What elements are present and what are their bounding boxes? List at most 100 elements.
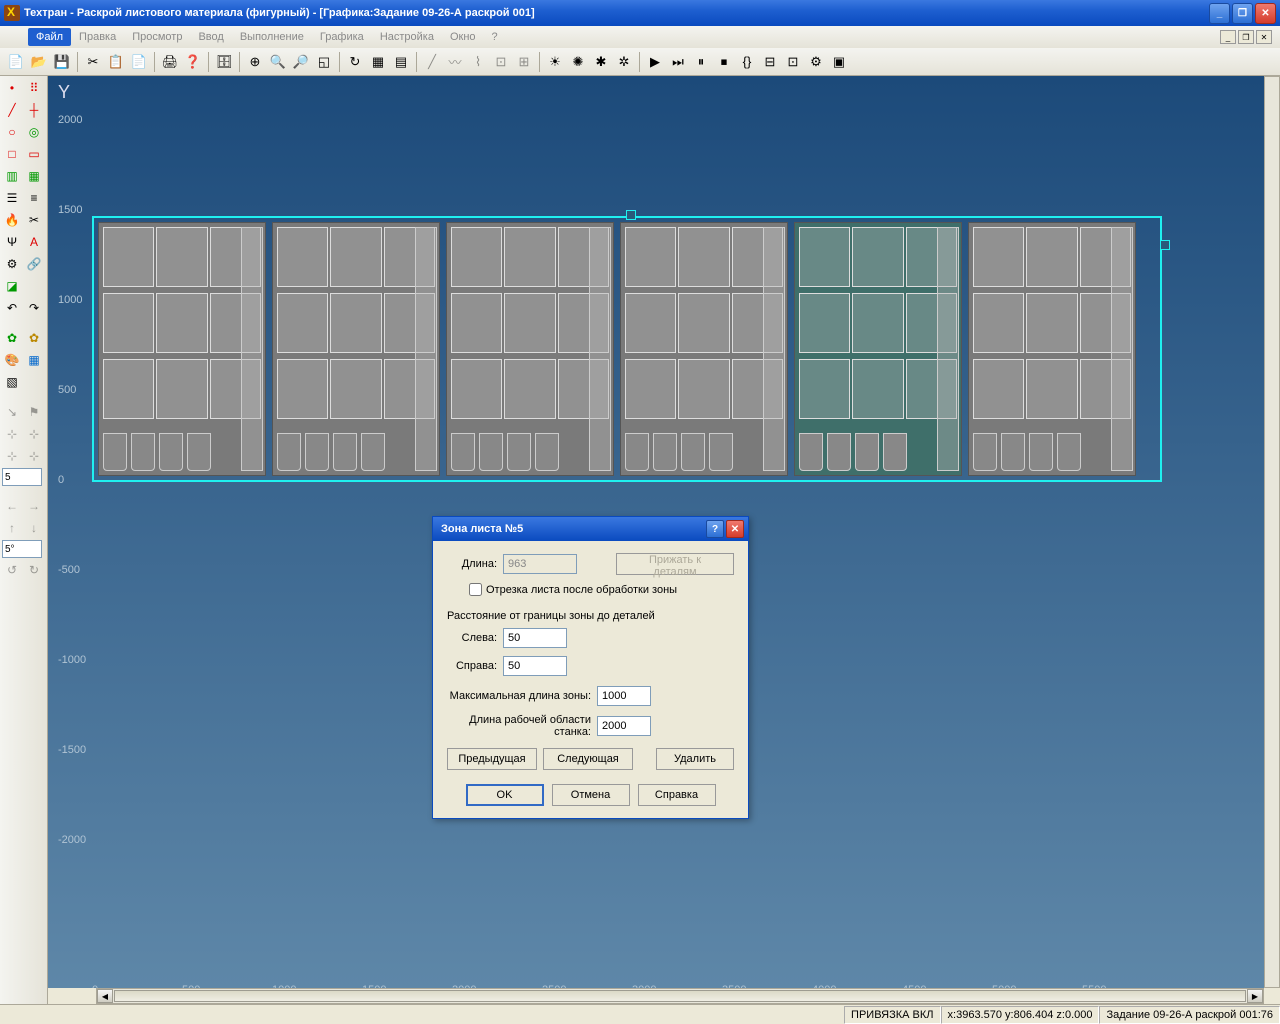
sheet2-icon[interactable]: ▦ <box>24 166 44 186</box>
menu-view[interactable]: Просмотр <box>124 28 190 46</box>
zoom-window-icon[interactable]: ◱ <box>314 52 334 72</box>
undo2-icon[interactable]: ↶ <box>2 298 22 318</box>
shape-icon[interactable]: ◪ <box>2 276 22 296</box>
list-icon[interactable]: ≡ <box>24 188 44 208</box>
op2-icon[interactable]: ⊟ <box>760 52 780 72</box>
work-area-input[interactable] <box>597 716 651 736</box>
nest-block-4[interactable] <box>620 222 788 476</box>
gear-green-icon[interactable]: ✿ <box>2 328 22 348</box>
dialog-titlebar[interactable]: Зона листа №5 ? ✕ <box>433 517 748 541</box>
link-icon[interactable]: 🔗 <box>24 254 44 274</box>
open-icon[interactable]: 📂 <box>29 52 49 72</box>
copy-icon[interactable]: 📋 <box>106 52 126 72</box>
menu-graphics[interactable]: Графика <box>312 28 372 46</box>
op4-icon[interactable]: ⚙ <box>806 52 826 72</box>
help-icon[interactable]: ❓ <box>183 52 203 72</box>
dialog-help-icon[interactable]: ? <box>706 520 724 538</box>
database-icon[interactable]: 🗄 <box>214 52 234 72</box>
vertical-scrollbar[interactable] <box>1264 76 1280 988</box>
text-icon[interactable]: A <box>24 232 44 252</box>
sun1-icon[interactable]: ☀ <box>545 52 565 72</box>
print-icon[interactable]: 🖨 <box>160 52 180 72</box>
nest-block-3[interactable] <box>446 222 614 476</box>
sun4-icon[interactable]: ✲ <box>614 52 634 72</box>
nest-block-1[interactable] <box>98 222 266 476</box>
left-distance-input[interactable] <box>503 628 567 648</box>
gear2-icon[interactable]: ⚙ <box>2 254 22 274</box>
zone-dialog: Зона листа №5 ? ✕ Длина: Прижать к детал… <box>432 516 749 819</box>
stop-icon[interactable]: ⏹ <box>714 52 734 72</box>
torch-icon[interactable]: 🔥 <box>2 210 22 230</box>
max-zone-input[interactable] <box>597 686 651 706</box>
redo2-icon[interactable]: ↷ <box>24 298 44 318</box>
ring-icon[interactable]: ◎ <box>24 122 44 142</box>
save-icon[interactable]: 💾 <box>52 52 72 72</box>
scroll-left-icon[interactable]: ◀ <box>97 989 113 1003</box>
point-icon[interactable]: • <box>2 78 22 98</box>
line-tool-icon[interactable]: ╱ <box>2 100 22 120</box>
ok-button[interactable]: OK <box>466 784 544 806</box>
axis-icon[interactable]: ┼ <box>24 100 44 120</box>
scroll-right-icon[interactable]: ▶ <box>1247 989 1263 1003</box>
play-icon[interactable]: ▶ <box>645 52 665 72</box>
refresh-icon[interactable]: ↻ <box>345 52 365 72</box>
colors-icon[interactable]: 🎨 <box>2 350 22 370</box>
brush-icon[interactable]: ✿ <box>24 328 44 348</box>
next-button[interactable]: Следующая <box>543 748 633 770</box>
mdi-restore[interactable]: ❐ <box>1238 30 1254 44</box>
mdi-close[interactable]: ✕ <box>1256 30 1272 44</box>
maximize-button[interactable]: ❐ <box>1232 3 1253 24</box>
horizontal-scrollbar[interactable]: ◀ ▶ <box>96 988 1264 1004</box>
previous-button[interactable]: Предыдущая <box>447 748 537 770</box>
rect2-icon[interactable]: ▭ <box>24 144 44 164</box>
menu-execute[interactable]: Выполнение <box>232 28 312 46</box>
zoom-center-icon[interactable]: ⊕ <box>245 52 265 72</box>
menu-input[interactable]: Ввод <box>190 28 231 46</box>
pause-icon[interactable]: ⏸ <box>691 52 711 72</box>
cut-icon[interactable]: ✂ <box>83 52 103 72</box>
menu-window[interactable]: Окно <box>442 28 484 46</box>
mdi-minimize[interactable]: _ <box>1220 30 1236 44</box>
cut-tool-icon[interactable]: ✂ <box>24 210 44 230</box>
close-button[interactable]: ✕ <box>1255 3 1276 24</box>
nest-block-5-active[interactable] <box>794 222 962 476</box>
paste-icon[interactable]: 📄 <box>129 52 149 72</box>
cut-checkbox[interactable]: Отрезка листа после обработки зоны <box>469 583 734 596</box>
fork-icon[interactable]: Ψ <box>2 232 22 252</box>
dialog-close-icon[interactable]: ✕ <box>726 520 744 538</box>
menu-settings[interactable]: Настройка <box>372 28 442 46</box>
dots-icon[interactable]: ⠿ <box>24 78 44 98</box>
rect-icon[interactable]: □ <box>2 144 22 164</box>
sheet1-icon[interactable]: ▥ <box>2 166 22 186</box>
prop-icon[interactable]: ☰ <box>2 188 22 208</box>
op5-icon[interactable]: ▣ <box>829 52 849 72</box>
menu-edit[interactable]: Правка <box>71 28 124 46</box>
cancel-button[interactable]: Отмена <box>552 784 630 806</box>
delete-button[interactable]: Удалить <box>656 748 734 770</box>
nest-icon[interactable]: ▧ <box>2 372 22 392</box>
selection-handle-right[interactable] <box>1160 240 1170 250</box>
op1-icon[interactable]: {} <box>737 52 757 72</box>
nest-block-6[interactable] <box>968 222 1136 476</box>
zoom-in-icon[interactable]: 🔍 <box>268 52 288 72</box>
zoom-out-icon[interactable]: 🔎 <box>291 52 311 72</box>
minimize-button[interactable]: _ <box>1209 3 1230 24</box>
nest-block-2[interactable] <box>272 222 440 476</box>
sun2-icon[interactable]: ✺ <box>568 52 588 72</box>
sun3-icon[interactable]: ✱ <box>591 52 611 72</box>
grid2-icon[interactable]: ▦ <box>24 350 44 370</box>
layers-icon[interactable]: ▦ <box>368 52 388 72</box>
selection-handle-top[interactable] <box>626 210 636 220</box>
cut-checkbox-input[interactable] <box>469 583 482 596</box>
new-icon[interactable]: 📄 <box>6 52 26 72</box>
step-icon[interactable]: ⏭ <box>668 52 688 72</box>
menu-file[interactable]: Файл <box>28 28 71 46</box>
right-distance-input[interactable] <box>503 656 567 676</box>
grid-icon[interactable]: ▤ <box>391 52 411 72</box>
spin1[interactable]: 5 <box>2 468 42 486</box>
help-button[interactable]: Справка <box>638 784 716 806</box>
spin2[interactable]: 5° <box>2 540 42 558</box>
circle-icon[interactable]: ○ <box>2 122 22 142</box>
op3-icon[interactable]: ⊡ <box>783 52 803 72</box>
menu-help[interactable]: ? <box>484 28 506 46</box>
